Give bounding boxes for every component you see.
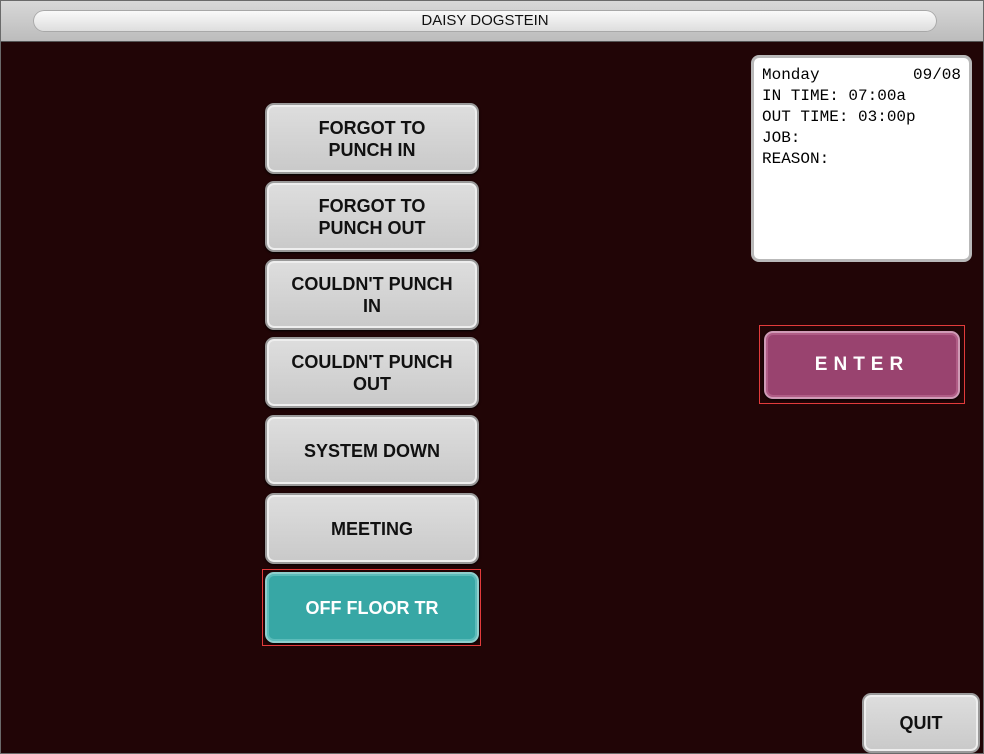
reason-button-system-down[interactable]: SYSTEM DOWN (265, 415, 479, 486)
punch-correction-window: DAISY DOGSTEIN FORGOT TO PUNCH IN FORGOT… (0, 0, 984, 754)
info-day-row: Monday 09/08 (762, 65, 961, 86)
info-job: JOB: (762, 129, 801, 147)
reason-button-off-floor-tr[interactable]: OFF FLOOR TR (265, 572, 479, 643)
window-title: DAISY DOGSTEIN (33, 10, 937, 32)
info-in-time: IN TIME: 07:00a (762, 87, 907, 105)
info-day: Monday (762, 66, 820, 84)
punch-info-panel: Monday 09/08 IN TIME: 07:00a OUT TIME: 0… (751, 55, 972, 262)
reason-button-meeting[interactable]: MEETING (265, 493, 479, 564)
info-out-time: OUT TIME: 03:00p (762, 108, 916, 126)
reason-button-couldnt-punch-in[interactable]: COULDN'T PUNCH IN (265, 259, 479, 330)
enter-button[interactable]: ENTER (764, 331, 960, 399)
quit-button[interactable]: QUIT (862, 693, 980, 753)
reason-button-forgot-punch-out[interactable]: FORGOT TO PUNCH OUT (265, 181, 479, 252)
info-reason: REASON: (762, 150, 830, 168)
reason-button-forgot-punch-in[interactable]: FORGOT TO PUNCH IN (265, 103, 479, 174)
title-bar: DAISY DOGSTEIN (1, 1, 983, 42)
info-date: 09/08 (912, 66, 961, 84)
reason-button-couldnt-punch-out[interactable]: COULDN'T PUNCH OUT (265, 337, 479, 408)
